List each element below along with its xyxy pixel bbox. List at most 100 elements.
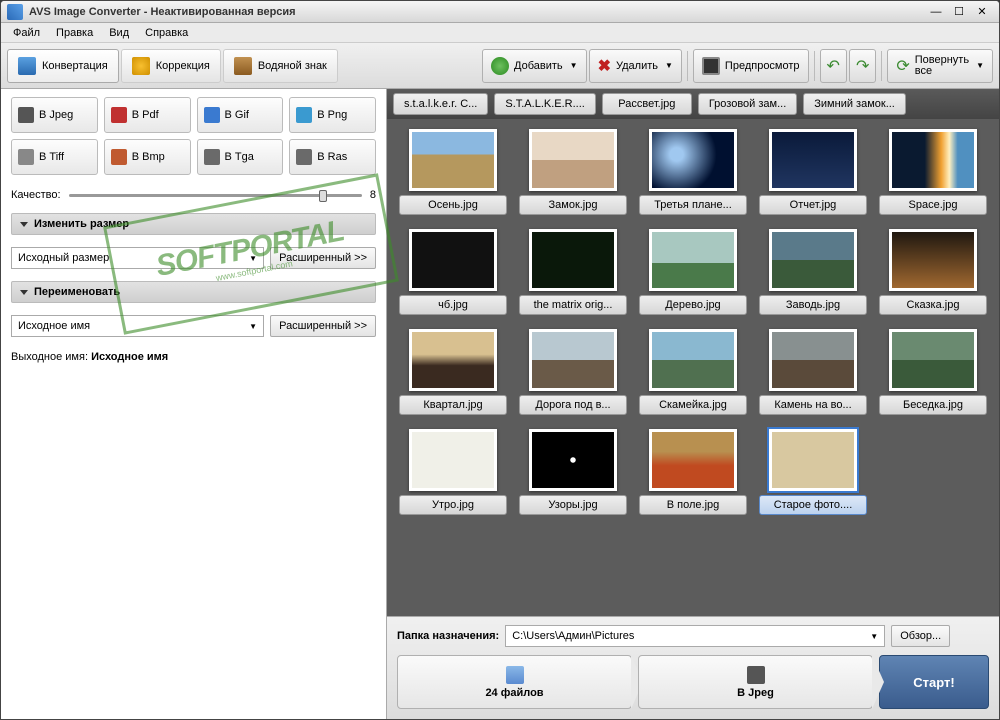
format-tga[interactable]: В Tga — [197, 139, 284, 175]
section-rename[interactable]: Переименовать — [11, 281, 376, 303]
format-pdf[interactable]: В Pdf — [104, 97, 191, 133]
thumbnail-item[interactable]: Скамейка.jpg — [639, 329, 747, 415]
thumbnail-item[interactable]: Третья плане... — [639, 129, 747, 215]
camera-icon — [747, 666, 765, 684]
output-name-label: Выходное имя: — [11, 351, 88, 363]
output-name-row: Выходное имя: Исходное имя — [11, 351, 376, 363]
preview-icon — [702, 57, 720, 75]
rotate-left-icon: ↶ — [827, 56, 840, 76]
section-resize[interactable]: Изменить размер — [11, 213, 376, 235]
menu-view[interactable]: Вид — [101, 25, 137, 41]
rename-advanced-button[interactable]: Расширенный >> — [270, 315, 376, 337]
thumbnail-item[interactable]: Квартал.jpg — [399, 329, 507, 415]
thumbnail-item[interactable]: Сказка.jpg — [879, 229, 987, 315]
column-header[interactable]: Зимний замок... — [803, 93, 906, 115]
btn-label: Добавить — [514, 60, 563, 72]
thumbnail-image — [529, 429, 617, 491]
thumbnail-item[interactable]: Заводь.jpg — [759, 229, 867, 315]
resize-select[interactable]: Исходный размер ▼ — [11, 247, 264, 269]
thumbnail-item[interactable]: Space.jpg — [879, 129, 987, 215]
thumbnail-image — [769, 229, 857, 291]
thumbnail-item[interactable]: Отчет.jpg — [759, 129, 867, 215]
jpeg-icon — [18, 107, 34, 123]
thumbnail-item[interactable]: Узоры.jpg — [519, 429, 627, 515]
format-tiff[interactable]: В Tiff — [11, 139, 98, 175]
btn-label-1: Повернуть — [915, 55, 969, 66]
close-button[interactable]: ✕ — [971, 4, 993, 20]
browse-button[interactable]: Обзор... — [891, 625, 950, 647]
menu-edit[interactable]: Правка — [48, 25, 101, 41]
tab-conversion[interactable]: Конвертация — [7, 49, 119, 83]
format-ras[interactable]: В Ras — [289, 139, 376, 175]
dest-path-select[interactable]: C:\Users\Админ\Pictures ▼ — [505, 625, 885, 647]
rotate-right-button[interactable]: ↷ — [849, 49, 876, 83]
thumbnail-item[interactable]: the matrix orig... — [519, 229, 627, 315]
delete-button[interactable]: ✖ Удалить ▼ — [589, 49, 682, 83]
separator — [881, 51, 882, 81]
resize-advanced-button[interactable]: Расширенный >> — [270, 247, 376, 269]
thumbnail-item[interactable]: Старое фото.... — [759, 429, 867, 515]
thumbnail-item[interactable]: В поле.jpg — [639, 429, 747, 515]
thumbnail-label: чб.jpg — [399, 295, 507, 315]
rename-select[interactable]: Исходное имя ▼ — [11, 315, 264, 337]
menu-file[interactable]: Файл — [5, 25, 48, 41]
column-header[interactable]: s.t.a.l.k.e.r. C... — [393, 93, 488, 115]
thumbnail-image — [409, 429, 497, 491]
thumbnail-item[interactable]: Беседка.jpg — [879, 329, 987, 415]
column-header[interactable]: Рассвет.jpg — [602, 93, 692, 115]
hat-icon — [234, 57, 252, 75]
thumbnail-item[interactable]: Утро.jpg — [399, 429, 507, 515]
section-label: Переименовать — [34, 286, 120, 298]
thumbnail-image — [649, 229, 737, 291]
preview-button[interactable]: Предпросмотр — [693, 49, 809, 83]
thumbnail-item[interactable]: чб.jpg — [399, 229, 507, 315]
thumbnail-item[interactable]: Дерево.jpg — [639, 229, 747, 315]
chevron-down-icon — [20, 290, 28, 295]
thumbnail-label: Узоры.jpg — [519, 495, 627, 515]
quality-value: 8 — [370, 189, 376, 201]
thumbnail-item[interactable]: Замок.jpg — [519, 129, 627, 215]
column-header[interactable]: S.T.A.L.K.E.R.... — [494, 93, 595, 115]
start-button[interactable]: Старт! — [879, 655, 989, 709]
maximize-button[interactable]: ☐ — [948, 4, 970, 20]
thumbnail-area[interactable]: Осень.jpg Замок.jpg Третья плане...Отчет.j… — [387, 119, 999, 616]
rotate-left-button[interactable]: ↶ — [820, 49, 847, 83]
footer-step-format[interactable]: В Jpeg — [638, 655, 873, 709]
format-png[interactable]: В Png — [289, 97, 376, 133]
thumbnail-image — [769, 129, 857, 191]
format-bmp[interactable]: В Bmp — [104, 139, 191, 175]
tab-correction[interactable]: Коррекция — [121, 49, 221, 83]
bottom-bar: Папка назначения: C:\Users\Админ\Picture… — [387, 616, 999, 719]
png-icon — [296, 107, 312, 123]
thumbnail-label: Замок.jpg — [519, 195, 627, 215]
thumbnail-item[interactable]: Осень.jpg — [399, 129, 507, 215]
thumbnail-image — [649, 329, 737, 391]
window-title: AVS Image Converter - Неактивированная в… — [29, 6, 924, 18]
sort-header-row: s.t.a.l.k.e.r. C... S.T.A.L.K.E.R.... Расс… — [387, 89, 999, 119]
add-button[interactable]: Добавить ▼ — [482, 49, 587, 83]
thumbnail-label: Дорога под в... — [519, 395, 627, 415]
column-header[interactable]: Грозовой зам... — [698, 93, 797, 115]
minimize-button[interactable]: — — [925, 4, 947, 20]
thumbnail-item[interactable]: Камень на во... — [759, 329, 867, 415]
titlebar: AVS Image Converter - Неактивированная в… — [1, 1, 999, 23]
tab-label: Водяной знак — [258, 60, 327, 72]
quality-slider[interactable] — [69, 194, 362, 197]
tab-label: Коррекция — [156, 60, 210, 72]
thumbnail-label: Осень.jpg — [399, 195, 507, 215]
thumbnail-image — [529, 129, 617, 191]
thumbnail-label: the matrix orig... — [519, 295, 627, 315]
format-jpeg[interactable]: В Jpeg — [11, 97, 98, 133]
menu-help[interactable]: Справка — [137, 25, 196, 41]
app-icon — [7, 4, 23, 20]
thumbnail-image — [889, 129, 977, 191]
footer-step-files[interactable]: 24 файлов — [397, 655, 632, 709]
thumbnail-label: Квартал.jpg — [399, 395, 507, 415]
thumbnail-image — [409, 129, 497, 191]
btn-label: Предпросмотр — [725, 60, 800, 72]
rotate-all-button[interactable]: ⟳ Повернуть все ▼ — [887, 49, 993, 83]
tab-watermark[interactable]: Водяной знак — [223, 49, 338, 83]
thumbnail-image — [529, 229, 617, 291]
thumbnail-item[interactable]: Дорога под в... — [519, 329, 627, 415]
format-gif[interactable]: В Gif — [197, 97, 284, 133]
